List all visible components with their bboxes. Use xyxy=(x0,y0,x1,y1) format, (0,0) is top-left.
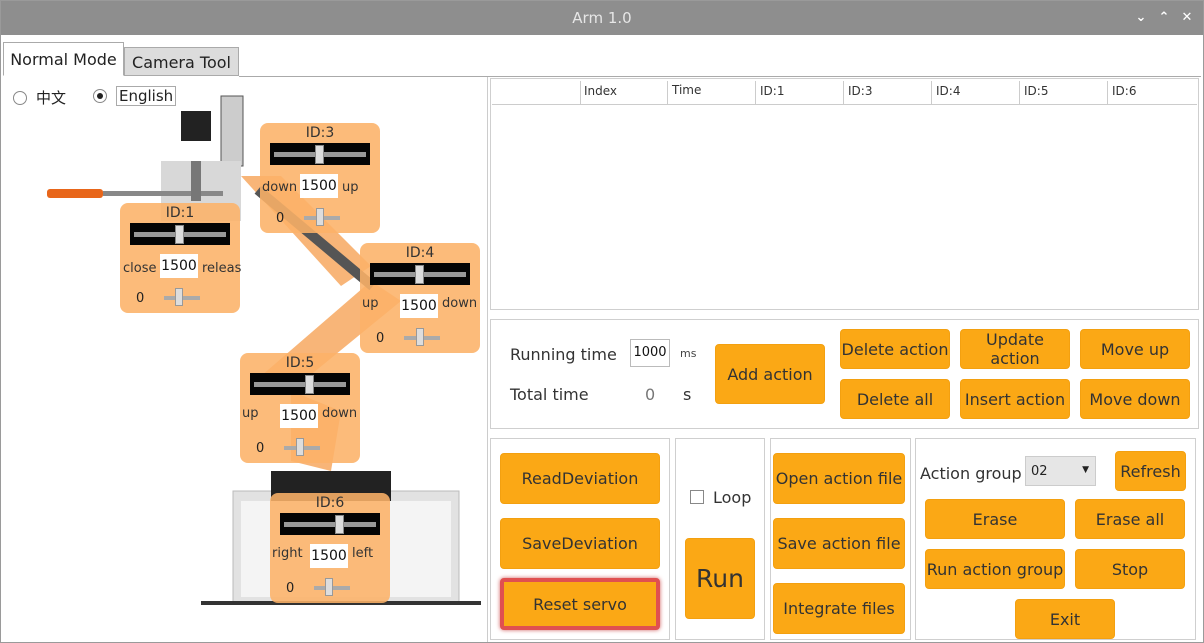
total-time-label: Total time xyxy=(510,385,589,404)
servo-id1-value[interactable]: 1500 xyxy=(160,254,198,278)
slider-handle[interactable] xyxy=(335,515,344,534)
servo-id5-label: ID:5 xyxy=(285,355,315,371)
run-action-group-button[interactable]: Run action group xyxy=(925,549,1065,589)
radio-icon[interactable] xyxy=(13,91,27,105)
servo-id5-slider[interactable] xyxy=(250,373,350,395)
update-action-button[interactable]: Update action xyxy=(960,329,1070,369)
slider-handle[interactable] xyxy=(316,208,324,226)
slider-handle[interactable] xyxy=(325,578,333,596)
erase-all-button[interactable]: Erase all xyxy=(1075,499,1185,539)
servo-id5-right-label: down xyxy=(322,406,358,421)
loop-label: Loop xyxy=(713,488,752,507)
servo-id4-left-label: up xyxy=(362,296,379,311)
save-deviation-button[interactable]: SaveDeviation xyxy=(500,518,660,569)
column-header-index[interactable]: Index xyxy=(584,84,617,98)
slider-handle[interactable] xyxy=(305,375,314,394)
minimize-icon[interactable]: ⌄ xyxy=(1131,8,1151,28)
servo-id4-right-label: down xyxy=(442,296,478,311)
servo-id3-left-label: down xyxy=(262,180,298,195)
servo-id5-value[interactable]: 1500 xyxy=(280,404,318,428)
servo-id4-slider[interactable] xyxy=(370,263,470,285)
save-action-file-button[interactable]: Save action file xyxy=(773,518,905,569)
running-time-label: Running time xyxy=(510,345,617,364)
window-title: Arm 1.0 xyxy=(572,9,632,27)
servo-id1-panel: ID:1 close 1500 releas 0 xyxy=(120,203,242,313)
servo-id6-panel: ID:6 right 1500 left 0 xyxy=(270,493,390,603)
total-time-unit: s xyxy=(683,385,692,404)
title-bar[interactable]: Arm 1.0 ⌄ ⌃ ✕ xyxy=(1,1,1203,35)
servo-id1-offset: 0 xyxy=(136,291,145,306)
servo-id4-label: ID:4 xyxy=(405,245,435,261)
servo-id3-offset: 0 xyxy=(276,211,285,226)
servo-id4-value[interactable]: 1500 xyxy=(400,294,438,318)
app-window: Arm 1.0 ⌄ ⌃ ✕ Normal Mode Camera Tool 中文… xyxy=(0,0,1204,643)
column-header-time[interactable]: Time xyxy=(672,83,701,97)
column-header-id4[interactable]: ID:4 xyxy=(936,84,960,98)
column-header-id3[interactable]: ID:3 xyxy=(848,84,872,98)
delete-all-button[interactable]: Delete all xyxy=(840,379,950,419)
chevron-down-icon: ▼ xyxy=(1082,465,1089,475)
add-action-button[interactable]: Add action xyxy=(715,344,825,404)
servo-id4-panel: ID:4 up 1500 down 0 xyxy=(360,243,480,353)
tab-normal-mode[interactable]: Normal Mode xyxy=(3,42,124,76)
run-button[interactable]: Run xyxy=(685,538,755,619)
servo-id1-label: ID:1 xyxy=(165,205,195,221)
servo-id6-left-label: right xyxy=(272,546,303,561)
servo-id6-slider[interactable] xyxy=(280,513,380,535)
maximize-icon[interactable]: ⌃ xyxy=(1154,8,1174,28)
servo-id5-offset: 0 xyxy=(256,441,265,456)
loop-checkbox[interactable] xyxy=(690,490,704,504)
tab-divider xyxy=(239,76,1201,77)
slider-handle[interactable] xyxy=(175,225,184,244)
servo-id1-left-label: close xyxy=(123,261,157,276)
servo-id3-value[interactable]: 1500 xyxy=(300,174,338,198)
servo-id6-label: ID:6 xyxy=(315,495,345,511)
running-time-input[interactable]: 1000 xyxy=(630,339,670,367)
servo-id1-slider[interactable] xyxy=(130,223,230,245)
close-icon[interactable]: ✕ xyxy=(1177,8,1197,28)
slider-handle[interactable] xyxy=(416,328,424,346)
open-action-file-button[interactable]: Open action file xyxy=(773,453,905,504)
left-right-divider xyxy=(487,77,488,642)
servo-id3-panel: ID:3 down 1500 up 0 xyxy=(260,123,380,233)
delete-action-button[interactable]: Delete action xyxy=(840,329,950,369)
insert-action-button[interactable]: Insert action xyxy=(960,379,1070,419)
reset-servo-button[interactable]: Reset servo xyxy=(500,578,660,630)
servo-id3-right-label: up xyxy=(342,180,359,195)
slider-handle[interactable] xyxy=(175,288,183,306)
servo-id6-value[interactable]: 1500 xyxy=(310,544,348,568)
servo-id5-left-label: up xyxy=(242,406,259,421)
column-header-id5[interactable]: ID:5 xyxy=(1024,84,1048,98)
action-table[interactable] xyxy=(490,78,1199,310)
column-header-id6[interactable]: ID:6 xyxy=(1112,84,1136,98)
servo-id6-right-label: left xyxy=(352,546,374,561)
refresh-button[interactable]: Refresh xyxy=(1115,451,1186,491)
move-down-button[interactable]: Move down xyxy=(1080,379,1190,419)
exit-button[interactable]: Exit xyxy=(1015,599,1115,639)
read-deviation-button[interactable]: ReadDeviation xyxy=(500,453,660,504)
stop-button[interactable]: Stop xyxy=(1075,549,1185,589)
servo-id5-panel: ID:5 up 1500 down 0 xyxy=(240,353,360,463)
erase-button[interactable]: Erase xyxy=(925,499,1065,539)
servo-id1-right-label: releas xyxy=(202,261,242,276)
servo-id4-offset: 0 xyxy=(376,331,385,346)
action-group-label: Action group xyxy=(920,464,1022,483)
servo-id3-slider[interactable] xyxy=(270,143,370,165)
slider-handle[interactable] xyxy=(415,265,424,284)
running-time-unit: ms xyxy=(680,347,697,360)
integrate-files-button[interactable]: Integrate files xyxy=(773,583,905,634)
tab-camera-tool[interactable]: Camera Tool xyxy=(124,47,239,76)
move-up-button[interactable]: Move up xyxy=(1080,329,1190,369)
slider-handle[interactable] xyxy=(296,438,304,456)
slider-handle[interactable] xyxy=(315,145,324,164)
servo-id3-label: ID:3 xyxy=(305,125,335,141)
action-group-value: 02 xyxy=(1031,464,1048,479)
action-group-select[interactable]: 02 ▼ xyxy=(1025,456,1096,486)
servo-id6-offset: 0 xyxy=(286,581,295,596)
total-time-value: 0 xyxy=(645,385,656,404)
column-header-id1[interactable]: ID:1 xyxy=(760,84,784,98)
